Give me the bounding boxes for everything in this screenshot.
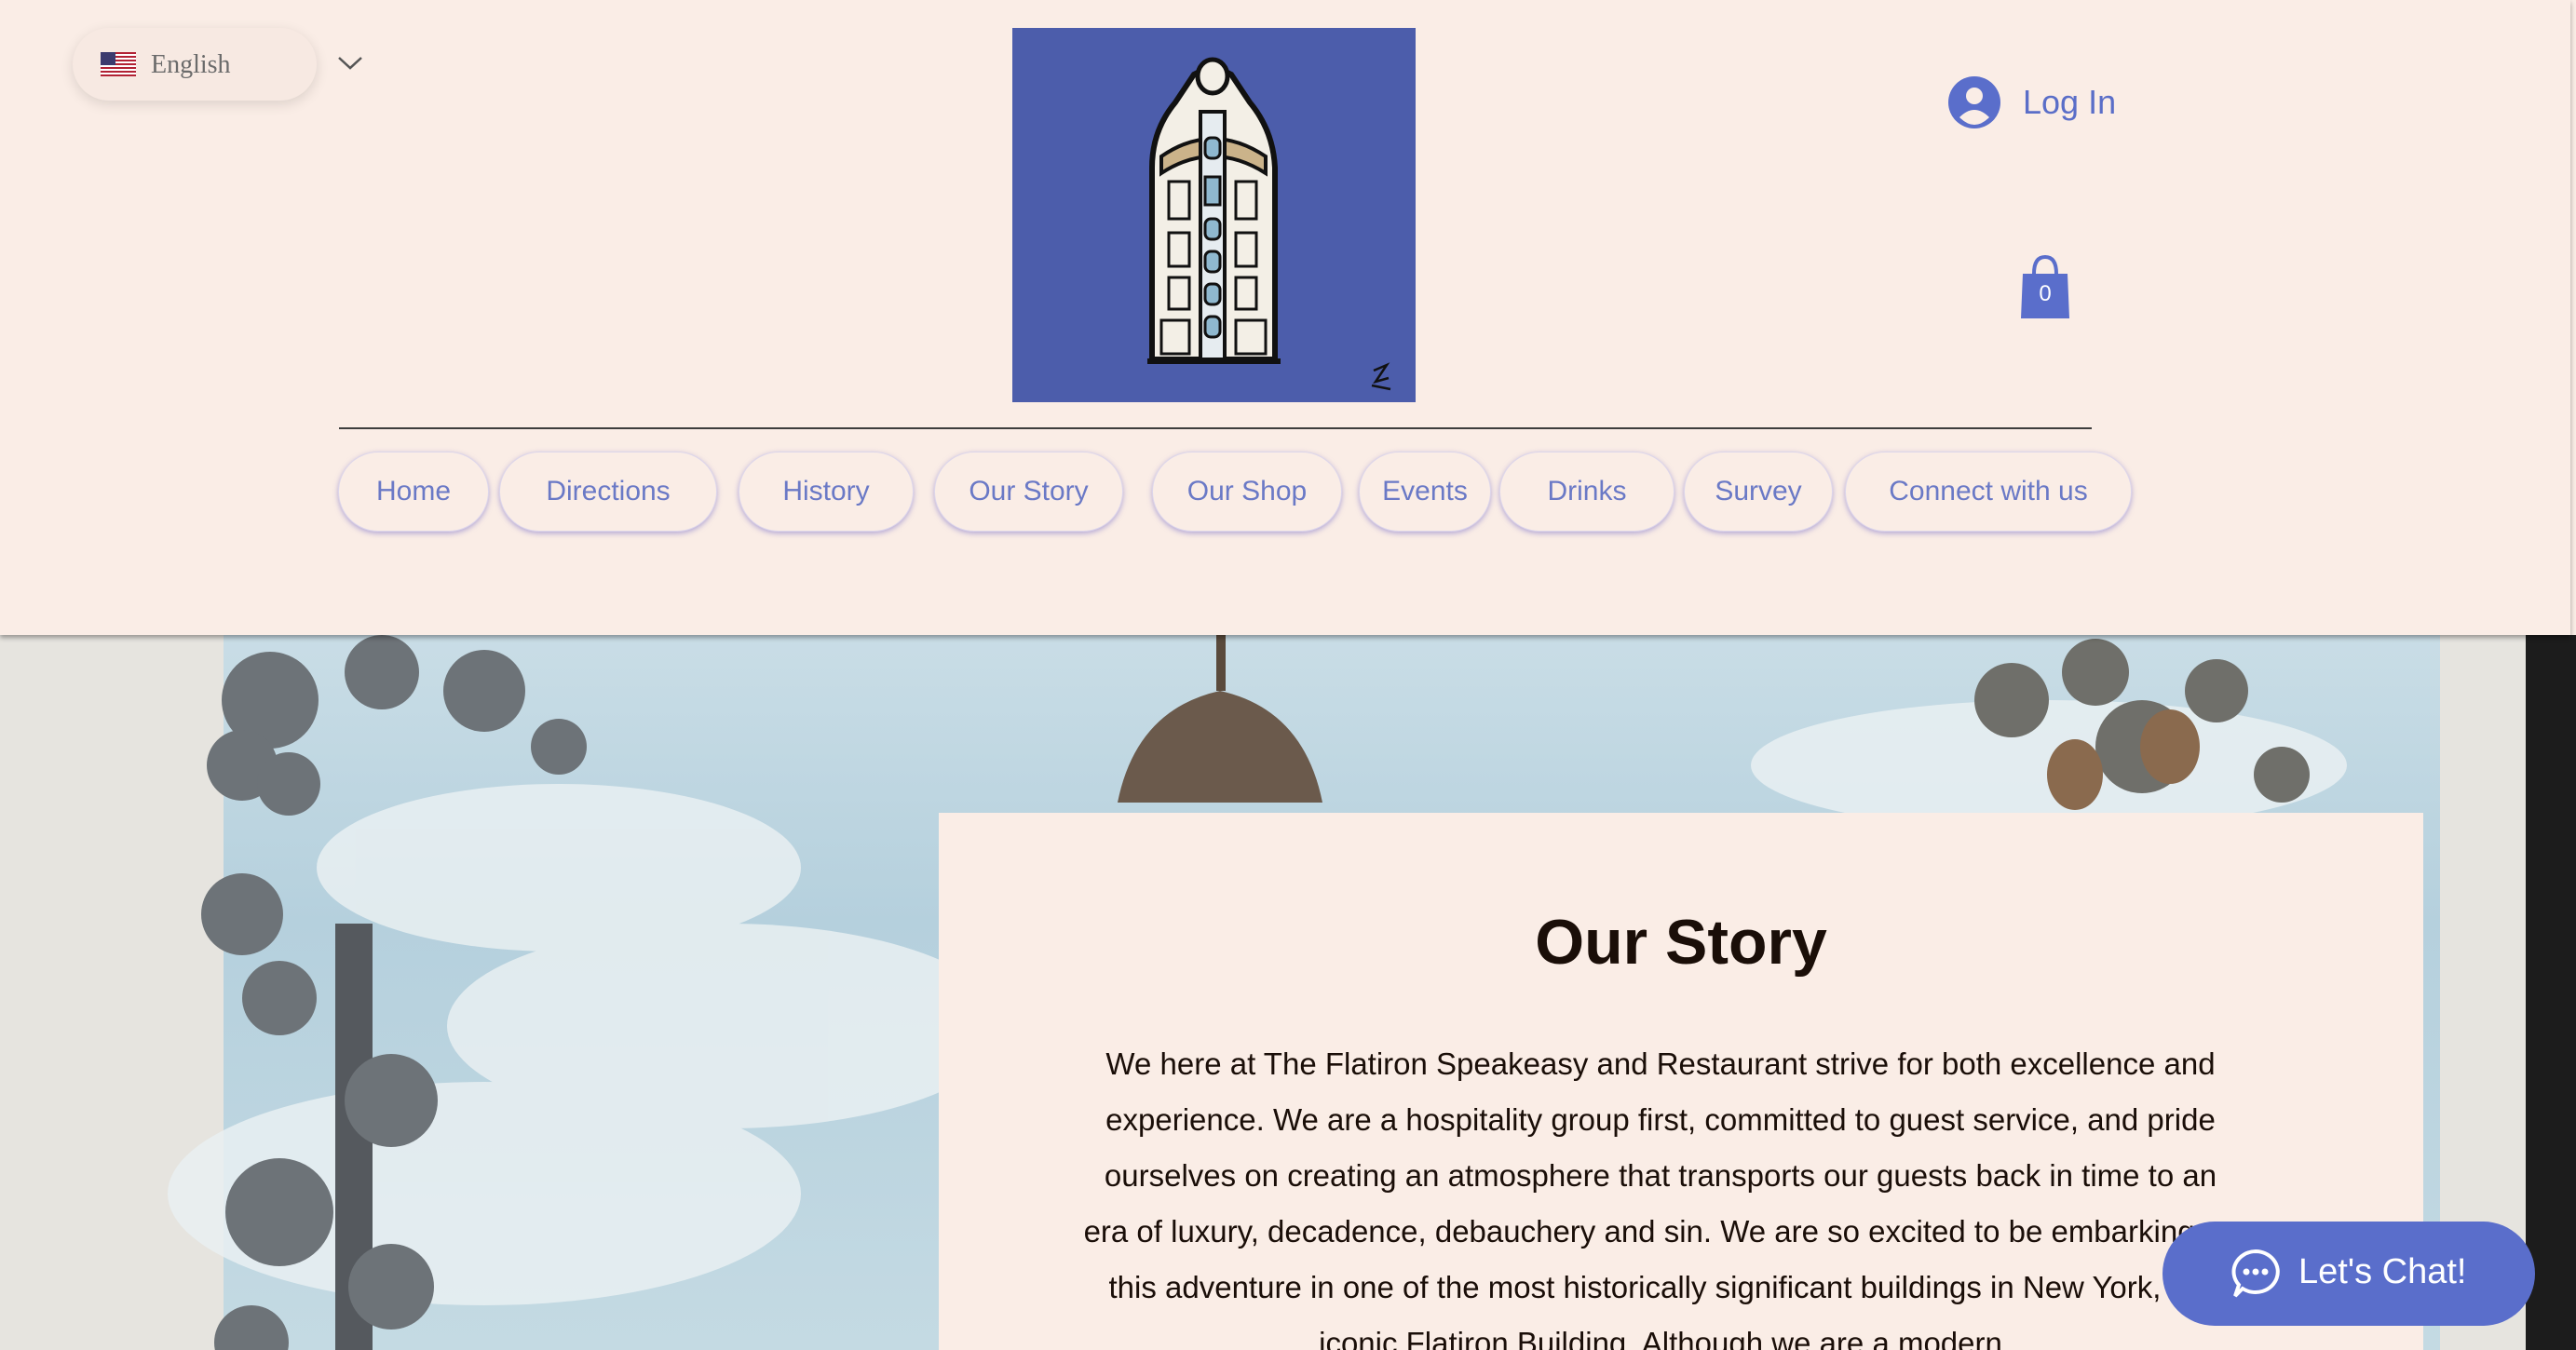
nav-label: Survey bbox=[1715, 476, 1802, 506]
nav-our-story[interactable]: Our Story bbox=[934, 452, 1123, 532]
nav-label: Our Shop bbox=[1186, 476, 1308, 506]
nav-drinks[interactable]: Drinks bbox=[1499, 452, 1674, 532]
nav-label: Our Story bbox=[969, 476, 1089, 506]
nav-label: Connect with us bbox=[1889, 476, 2088, 506]
nav-label: Directions bbox=[546, 476, 671, 506]
nav-home[interactable]: Home bbox=[338, 452, 489, 532]
chevron-down-icon bbox=[338, 57, 362, 70]
nav-label: Events bbox=[1382, 476, 1468, 506]
nav-directions[interactable]: Directions bbox=[499, 452, 717, 532]
us-flag-icon bbox=[101, 52, 136, 76]
log-in-button[interactable]: Log In bbox=[1948, 73, 2116, 132]
chat-bubble-icon bbox=[2231, 1249, 2280, 1298]
our-story-text: We here at The Flatiron Speakeasy and Re… bbox=[1083, 1046, 2238, 1350]
header-divider bbox=[339, 427, 2092, 429]
nav-label: Drinks bbox=[1547, 476, 1627, 506]
nav-connect-with-us[interactable]: Connect with us bbox=[1845, 452, 2132, 532]
site-header: English Log In 0 Home Directions History… bbox=[0, 0, 2570, 635]
nav-our-shop[interactable]: Our Shop bbox=[1152, 452, 1342, 532]
log-in-label: Log In bbox=[2023, 83, 2117, 121]
chat-label: Let's Chat! bbox=[2298, 1252, 2467, 1291]
nav-survey[interactable]: Survey bbox=[1684, 452, 1833, 532]
language-label: English bbox=[151, 50, 231, 79]
nav-label: History bbox=[782, 476, 870, 506]
user-avatar-icon bbox=[1948, 76, 2000, 128]
nav-events[interactable]: Events bbox=[1359, 452, 1491, 532]
cart-count: 0 bbox=[2039, 281, 2052, 306]
nav-history[interactable]: History bbox=[739, 452, 914, 532]
language-selector[interactable]: English bbox=[73, 28, 362, 101]
lets-chat-button[interactable]: Let's Chat! bbox=[2162, 1222, 2535, 1326]
our-story-heading: Our Story bbox=[1535, 907, 1827, 978]
flatiron-logo[interactable] bbox=[1012, 28, 1416, 402]
nav-label: Home bbox=[375, 476, 452, 506]
cart-button[interactable]: 0 bbox=[2019, 253, 2071, 320]
flatiron-building-illustration bbox=[1147, 57, 1391, 391]
